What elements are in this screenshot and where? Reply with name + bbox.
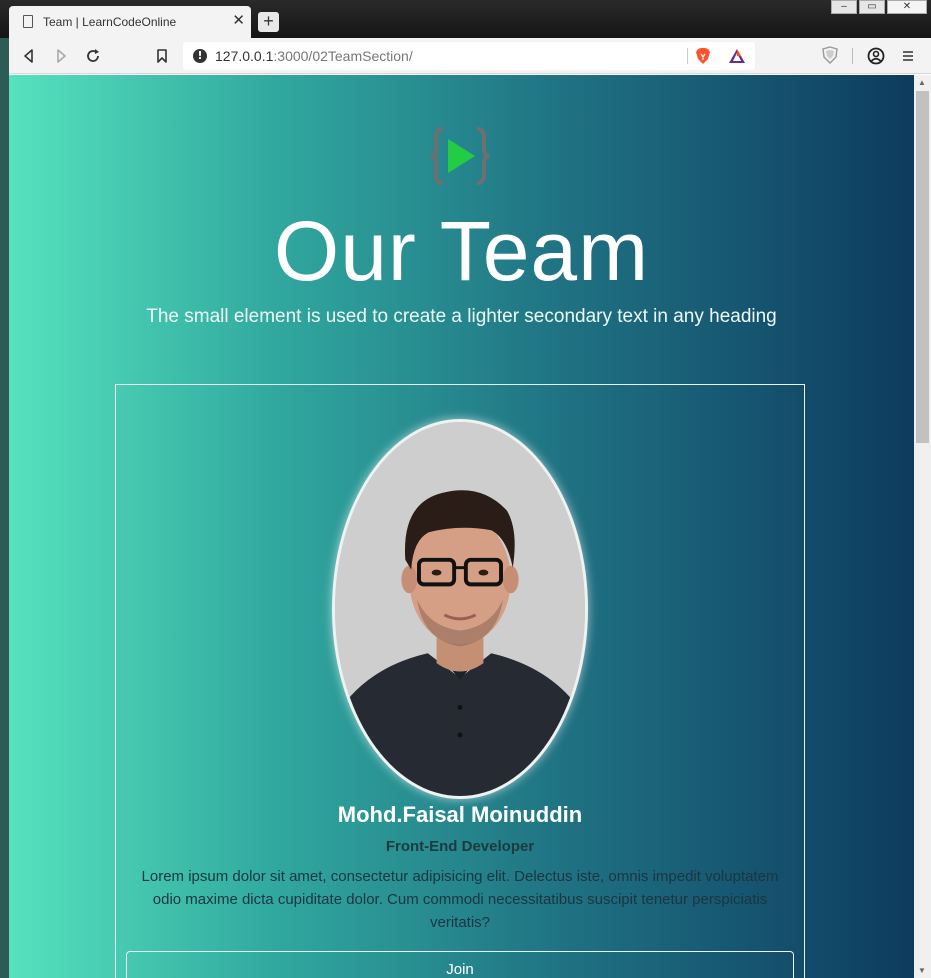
scrollbar-thumb[interactable] [916, 91, 929, 443]
page-title: Our Team [273, 204, 650, 298]
url-path: :3000/02TeamSection/ [273, 48, 413, 64]
bookmark-icon[interactable] [151, 45, 173, 67]
page-subtitle: The small element is used to create a li… [146, 306, 777, 327]
back-icon[interactable] [18, 45, 40, 67]
member-bio: Lorem ipsum dolor sit amet, consectetur … [141, 868, 779, 931]
minimize-button[interactable]: – [831, 0, 857, 14]
join-button[interactable]: Join [126, 951, 794, 978]
tab-close-button[interactable]: ✕ [232, 11, 245, 29]
info-icon[interactable]: ! [193, 49, 207, 63]
scroll-up-icon[interactable]: ▲ [918, 78, 926, 87]
brave-lion-icon[interactable] [695, 47, 711, 65]
window-close-button[interactable]: ✕ [887, 0, 927, 14]
title-bar: Team | LearnCodeOnline ✕ + – ▭ ✕ [0, 0, 931, 38]
navigation-bar: ! 127.0.0.1:3000/02TeamSection/ [0, 38, 931, 74]
logo-play-icon [430, 127, 490, 185]
shield-icon[interactable] [822, 46, 838, 64]
document-icon [23, 15, 33, 28]
member-photo [332, 419, 588, 799]
address-bar[interactable]: ! 127.0.0.1:3000/02TeamSection/ [183, 42, 755, 70]
url-text: 127.0.0.1:3000/02TeamSection/ [215, 48, 413, 64]
menu-icon[interactable] [897, 45, 919, 67]
url-separator [687, 48, 688, 64]
page-scrollbar[interactable]: ▲ ▼ [914, 75, 931, 978]
browser-tab[interactable]: Team | LearnCodeOnline ✕ [9, 6, 251, 38]
window-controls: – ▭ ✕ [831, 0, 927, 14]
url-host: 127.0.0.1 [215, 48, 274, 64]
brave-rewards-icon[interactable] [728, 48, 746, 64]
reload-icon[interactable] [82, 45, 104, 67]
tab-title: Team | LearnCodeOnline [43, 15, 177, 29]
window-left-edge [0, 38, 9, 978]
toolbar-separator [852, 48, 853, 64]
member-role: Front-End Developer [385, 838, 535, 855]
team-member-card: Mohd.Faisal Moinuddin Front-End Develope… [115, 384, 805, 978]
forward-icon[interactable] [50, 45, 72, 67]
page-content: Our Team The small element is used to cr… [9, 75, 914, 978]
member-name: Mohd.Faisal Moinuddin [337, 802, 583, 827]
scroll-down-icon[interactable]: ▼ [918, 966, 926, 975]
restore-button[interactable]: ▭ [859, 0, 885, 14]
account-icon[interactable] [865, 45, 887, 67]
new-tab-button[interactable]: + [258, 12, 279, 32]
